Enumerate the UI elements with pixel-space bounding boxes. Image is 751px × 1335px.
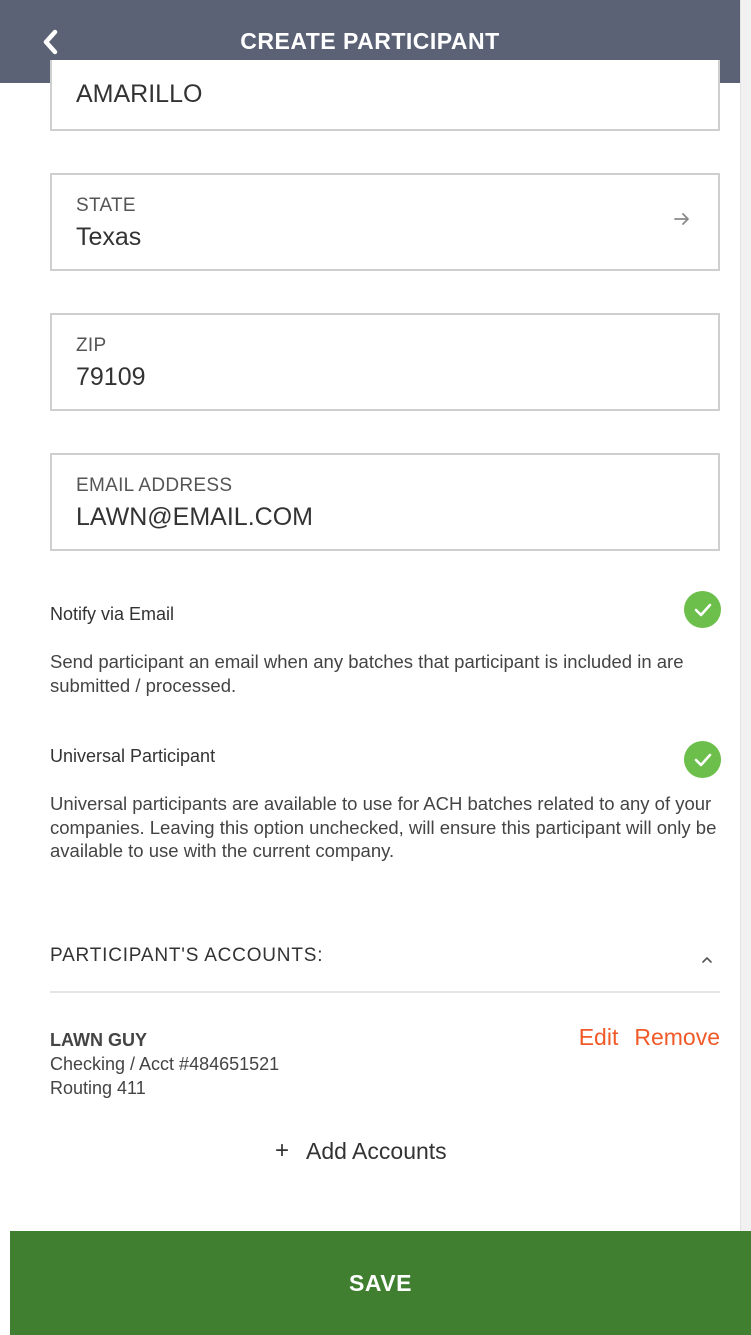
account-actions: Edit Remove xyxy=(579,1024,720,1051)
accounts-section-title: PARTICIPANT'S ACCOUNTS: xyxy=(50,945,324,966)
save-button[interactable]: SAVE xyxy=(10,1231,751,1335)
check-icon xyxy=(694,603,711,616)
remove-account-button[interactable]: Remove xyxy=(634,1024,720,1050)
email-label: EMAIL ADDRESS xyxy=(76,475,233,496)
zip-value: 79109 xyxy=(76,363,146,391)
state-label: STATE xyxy=(76,195,136,216)
notify-email-checkbox[interactable] xyxy=(684,591,721,628)
notify-email-label: Notify via Email xyxy=(50,604,175,624)
universal-participant-label: Universal Participant xyxy=(50,746,216,766)
email-field[interactable]: EMAIL ADDRESS LAWN@EMAIL.COM xyxy=(50,453,720,551)
add-accounts-button[interactable]: + Add Accounts xyxy=(275,1137,447,1165)
account-type-line: Checking / Acct #484651521 xyxy=(50,1054,280,1074)
check-icon xyxy=(694,753,711,766)
account-routing-line: Routing 411 xyxy=(50,1078,146,1098)
notify-email-description: Send participant an email when any batch… xyxy=(50,651,684,696)
city-field[interactable]: AMARILLO xyxy=(50,60,720,131)
account-name: LAWN GUY xyxy=(50,1030,147,1050)
email-value: LAWN@EMAIL.COM xyxy=(76,503,313,531)
plus-icon: + xyxy=(275,1137,290,1164)
zip-label: ZIP xyxy=(76,335,107,356)
city-value: AMARILLO xyxy=(76,80,203,108)
scrollbar-track xyxy=(740,0,751,1335)
edit-account-button[interactable]: Edit xyxy=(579,1024,619,1050)
accounts-divider xyxy=(50,991,720,993)
state-value: Texas xyxy=(76,223,142,251)
save-label: SAVE xyxy=(349,1269,412,1296)
add-accounts-label: Add Accounts xyxy=(306,1137,447,1164)
state-field[interactable]: STATE Texas xyxy=(50,173,720,271)
arrow-right-icon xyxy=(674,213,689,225)
universal-participant-checkbox[interactable] xyxy=(684,741,721,778)
chevron-up-icon[interactable] xyxy=(695,948,719,972)
zip-field[interactable]: ZIP 79109 xyxy=(50,313,720,411)
universal-participant-description: Universal participants are available to … xyxy=(50,793,717,861)
